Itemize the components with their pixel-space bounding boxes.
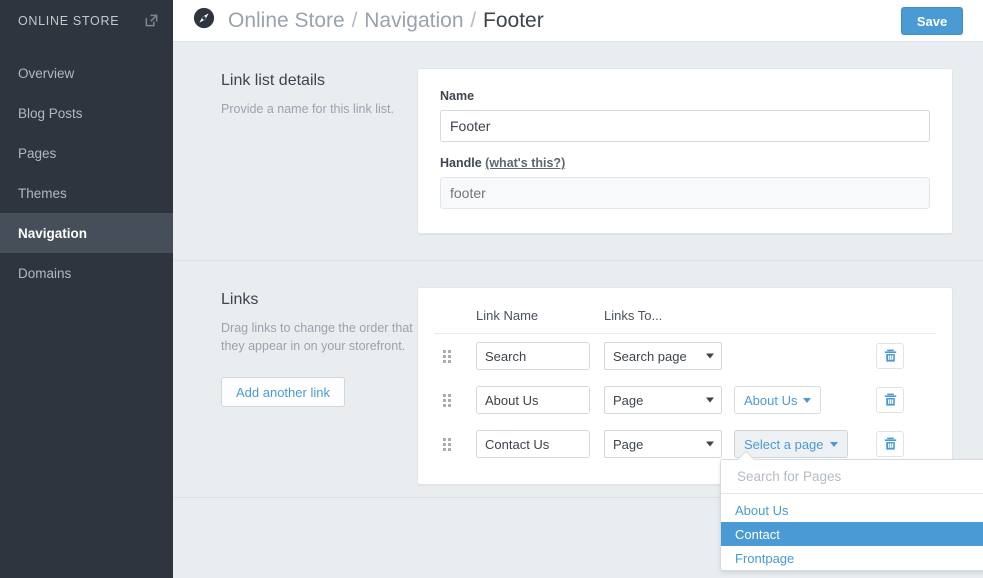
- link-name-column-header: Link Name: [476, 308, 604, 323]
- page-picker-button[interactable]: About Us: [734, 386, 821, 414]
- sidebar-item-label: Pages: [18, 146, 56, 161]
- sidebar-item-blog-posts[interactable]: Blog Posts: [0, 93, 173, 133]
- sidebar: ONLINE STORE Overview Blog Posts Pages T…: [0, 0, 173, 578]
- page-option-about-us[interactable]: About Us: [721, 498, 983, 522]
- breadcrumb-current: Footer: [483, 9, 544, 32]
- name-input[interactable]: [440, 110, 930, 142]
- chevron-down-icon: [803, 398, 811, 403]
- add-another-link-button[interactable]: Add another link: [221, 377, 345, 407]
- sidebar-item-overview[interactable]: Overview: [0, 53, 173, 93]
- name-label: Name: [440, 89, 930, 103]
- link-type-value: Search page: [613, 349, 687, 364]
- sidebar-header: ONLINE STORE: [0, 0, 173, 41]
- link-name-input[interactable]: [476, 386, 590, 414]
- sidebar-item-label: Domains: [18, 266, 71, 281]
- handle-label-text: Handle: [440, 156, 482, 170]
- link-name-input[interactable]: [476, 430, 590, 458]
- link-name-input[interactable]: [476, 342, 590, 370]
- delete-link-button[interactable]: [876, 431, 904, 457]
- chevron-down-icon: [706, 442, 714, 447]
- links-description: Drag links to change the order that they…: [221, 319, 417, 355]
- trash-icon: [884, 349, 897, 363]
- links-table-header: Link Name Links To...: [434, 302, 936, 334]
- drag-handle-icon[interactable]: [434, 394, 476, 407]
- chevron-down-icon: [706, 398, 714, 403]
- online-store-navigation-page: ONLINE STORE Overview Blog Posts Pages T…: [0, 0, 983, 578]
- handle-help-link[interactable]: (what's this?): [485, 156, 565, 170]
- sidebar-nav: Overview Blog Posts Pages Themes Navigat…: [0, 53, 173, 293]
- handle-label: Handle (what's this?): [440, 156, 930, 170]
- save-button[interactable]: Save: [901, 7, 963, 35]
- link-name-cell: [476, 386, 604, 414]
- links-to-column-header: Links To...: [604, 308, 936, 323]
- delete-link-button[interactable]: [876, 343, 904, 369]
- breadcrumb-separator: /: [351, 9, 359, 32]
- link-list-details-intro: Link list details Provide a name for thi…: [221, 68, 417, 234]
- sidebar-item-label: Themes: [18, 186, 67, 201]
- link-type-value: Page: [613, 437, 643, 452]
- sidebar-item-label: Blog Posts: [18, 106, 83, 121]
- breadcrumb-middle[interactable]: Navigation: [364, 9, 463, 32]
- link-name-cell: [476, 342, 604, 370]
- compass-icon: [173, 7, 215, 34]
- sidebar-item-domains[interactable]: Domains: [0, 253, 173, 293]
- sidebar-item-navigation[interactable]: Navigation: [0, 213, 173, 253]
- link-type-select[interactable]: Page: [604, 386, 722, 414]
- page-search-row: [721, 460, 983, 494]
- link-list-details-card: Name Handle (what's this?): [417, 68, 953, 234]
- page-picker-label: About Us: [744, 393, 797, 408]
- link-list-details-title: Link list details: [221, 72, 417, 90]
- sidebar-item-label: Overview: [18, 66, 74, 81]
- link-type-select[interactable]: Page: [604, 430, 722, 458]
- links-card: Link Name Links To... Search page: [417, 287, 953, 485]
- link-list-details-description: Provide a name for this link list.: [221, 100, 417, 118]
- table-row: Search page: [434, 334, 936, 378]
- link-list-details-section: Link list details Provide a name for thi…: [173, 42, 983, 260]
- top-bar: Online Store / Navigation / Footer Save: [173, 0, 983, 42]
- page-picker-label: Select a page: [744, 437, 824, 452]
- table-row: Page About Us: [434, 378, 936, 422]
- page-option-contact[interactable]: Contact: [721, 522, 983, 546]
- store-title: ONLINE STORE: [18, 14, 119, 28]
- sidebar-item-themes[interactable]: Themes: [0, 173, 173, 213]
- links-title: Links: [221, 291, 417, 309]
- link-type-select[interactable]: Search page: [604, 342, 722, 370]
- links-intro: Links Drag links to change the order tha…: [221, 287, 417, 485]
- page-search-input[interactable]: [735, 468, 983, 485]
- chevron-down-icon: [706, 354, 714, 359]
- delete-link-button[interactable]: [876, 387, 904, 413]
- breadcrumb-root[interactable]: Online Store: [228, 9, 345, 32]
- external-link-icon[interactable]: [144, 13, 159, 28]
- page-option-frontpage[interactable]: Frontpage: [721, 546, 983, 570]
- sidebar-item-pages[interactable]: Pages: [0, 133, 173, 173]
- page-picker-dropdown: About Us Contact Frontpage: [720, 459, 983, 571]
- trash-icon: [884, 437, 897, 451]
- link-type-value: Page: [613, 393, 643, 408]
- sidebar-item-label: Navigation: [18, 226, 87, 241]
- page-picker-button[interactable]: Select a page: [734, 430, 848, 458]
- drag-handle-icon[interactable]: [434, 350, 476, 363]
- drag-handle-icon[interactable]: [434, 438, 476, 451]
- breadcrumb-separator: /: [469, 9, 477, 32]
- trash-icon: [884, 393, 897, 407]
- link-name-cell: [476, 430, 604, 458]
- handle-input[interactable]: [440, 177, 930, 209]
- breadcrumb: Online Store / Navigation / Footer: [228, 9, 544, 33]
- chevron-down-icon: [830, 442, 838, 447]
